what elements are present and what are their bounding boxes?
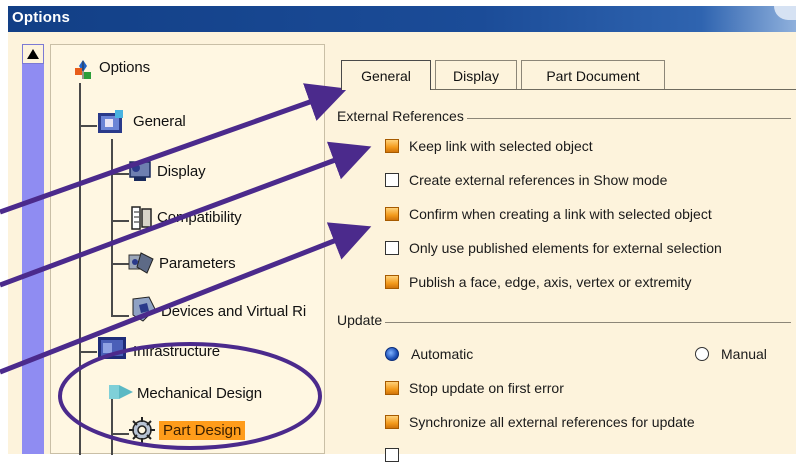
compatibility-icon [131, 206, 152, 230]
devices-icon [132, 296, 156, 322]
tree-line [111, 315, 129, 317]
checkbox-unchecked-icon[interactable] [385, 173, 399, 187]
stop-update-checkbox[interactable]: Stop update on first error [385, 380, 564, 396]
tree-item-part-design[interactable]: Part Design [159, 421, 246, 440]
parameters-icon [128, 252, 154, 274]
tree-line [111, 397, 113, 455]
tree-scrollbar[interactable] [22, 44, 44, 454]
publish-face-label: Publish a face, edge, axis, vertex or ex… [409, 274, 692, 290]
manual-label: Manual [721, 346, 767, 362]
options-tree: Options General Display Compatibility Pa… [50, 44, 325, 455]
tree-item-compatibility[interactable]: Compatibility [157, 209, 242, 226]
keep-link-checkbox[interactable]: Keep link with selected object [385, 138, 593, 154]
part-design-gear-icon [129, 417, 155, 443]
tree-item-parameters[interactable]: Parameters [159, 255, 236, 272]
mechanical-design-icon [109, 385, 133, 399]
checkbox-checked-icon[interactable] [385, 415, 399, 429]
tree-line [111, 433, 129, 435]
tab-part-document[interactable]: Part Document [521, 60, 665, 90]
automatic-radio[interactable]: Automatic [385, 346, 473, 362]
show-mode-label: Create external references in Show mode [409, 172, 668, 188]
infrastructure-icon [98, 337, 126, 359]
manual-radio[interactable]: Manual [695, 346, 767, 362]
tab-display[interactable]: Display [435, 60, 517, 90]
options-root-icon [75, 60, 91, 79]
keep-link-label: Keep link with selected object [409, 138, 593, 154]
scroll-up-arrow-icon[interactable] [22, 44, 44, 64]
automatic-label: Automatic [411, 346, 474, 362]
options-content-panel: General Display Part Document External R… [333, 42, 796, 462]
titlebar-corner [774, 6, 796, 20]
tree-item-infrastructure[interactable]: Infrastructure [133, 343, 220, 360]
options-window: Options General Display Compatibility Pa… [8, 32, 796, 462]
checkbox-checked-icon[interactable] [385, 139, 399, 153]
checkbox-checked-icon[interactable] [385, 381, 399, 395]
tree-item-display[interactable]: Display [157, 163, 206, 180]
confirm-link-label: Confirm when creating a link with select… [409, 206, 712, 222]
checkbox-unchecked-icon[interactable] [385, 448, 399, 462]
synchronize-checkbox[interactable]: Synchronize all external references for … [385, 414, 695, 430]
window-titlebar: Options [8, 6, 796, 32]
tree-line [79, 351, 97, 353]
radio-selected-icon[interactable] [385, 347, 399, 361]
tree-line [111, 139, 113, 317]
published-elements-label: Only use published elements for external… [409, 240, 722, 256]
checkbox-checked-icon[interactable] [385, 207, 399, 221]
synchronize-label: Synchronize all external references for … [409, 414, 695, 430]
tree-item-devices[interactable]: Devices and Virtual Ri [161, 303, 306, 320]
display-icon [129, 161, 151, 181]
tree-line [79, 125, 97, 127]
show-mode-checkbox[interactable]: Create external references in Show mode [385, 172, 667, 188]
window-title: Options [12, 9, 71, 26]
external-references-label: External References [337, 108, 467, 124]
checkbox-checked-icon[interactable] [385, 275, 399, 289]
update-rule [341, 322, 791, 323]
publish-face-checkbox[interactable]: Publish a face, edge, axis, vertex or ex… [385, 274, 691, 290]
tree-item-general[interactable]: General [133, 113, 186, 130]
radio-unselected-icon[interactable] [695, 347, 709, 361]
update-label: Update [337, 312, 386, 328]
partial-checkbox[interactable] [385, 448, 409, 462]
tab-general[interactable]: General [341, 60, 431, 90]
confirm-link-checkbox[interactable]: Confirm when creating a link with select… [385, 206, 712, 222]
tree-line [79, 83, 81, 455]
general-folder-icon [98, 110, 123, 133]
tree-item-options[interactable]: Options [99, 59, 150, 76]
published-elements-checkbox[interactable]: Only use published elements for external… [385, 240, 722, 256]
tree-line [111, 220, 129, 222]
tree-item-mechanical-design[interactable]: Mechanical Design [137, 385, 262, 402]
stop-update-label: Stop update on first error [409, 380, 564, 396]
checkbox-unchecked-icon[interactable] [385, 241, 399, 255]
